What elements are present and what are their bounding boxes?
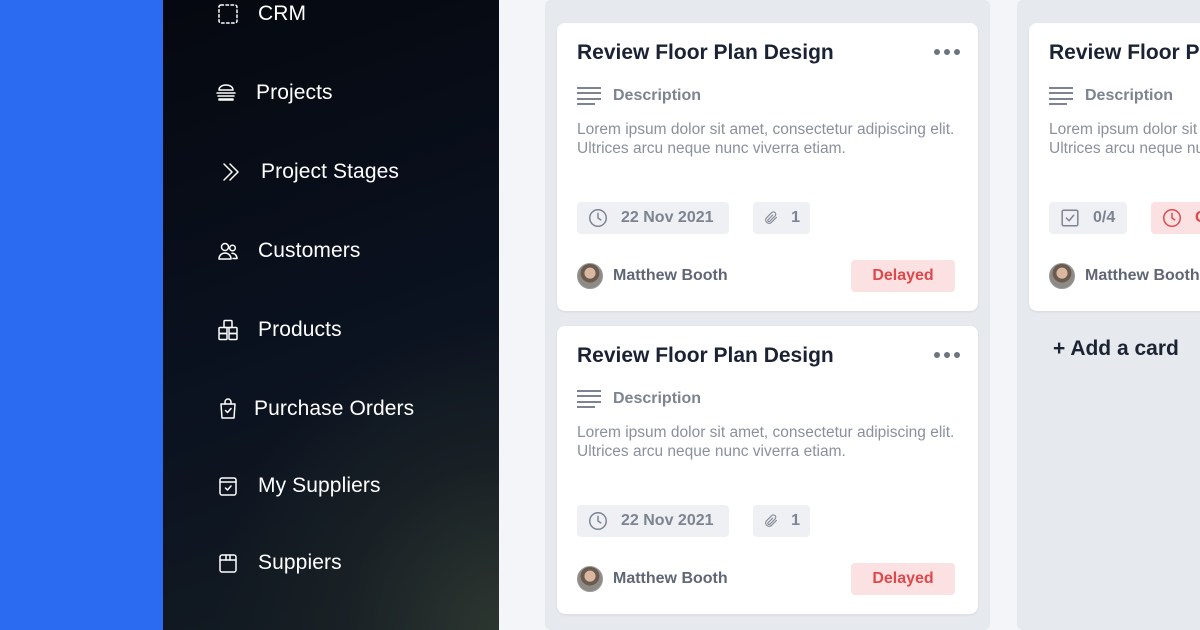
more-options-icon[interactable] bbox=[934, 49, 960, 55]
paperclip-icon bbox=[765, 514, 777, 527]
due-date: O bbox=[1195, 209, 1200, 227]
assignee-name: Matthew Booth bbox=[613, 570, 728, 587]
avatar bbox=[577, 566, 603, 592]
sidebar-item-projects[interactable]: Projects bbox=[213, 75, 333, 111]
assignee[interactable]: Matthew Booth bbox=[1049, 263, 1200, 289]
due-date-chip[interactable]: O bbox=[1151, 202, 1200, 234]
sidebar-item-label: Projects bbox=[256, 81, 333, 104]
sidebar: CRM Projects Project Stages Customers Pr… bbox=[163, 0, 499, 630]
status-badge: Delayed bbox=[851, 260, 955, 292]
description-label: Description bbox=[613, 87, 702, 104]
description-label: Description bbox=[1085, 87, 1174, 104]
sidebar-item-label: Suppiers bbox=[258, 551, 342, 574]
description-header: Description bbox=[1049, 87, 1173, 105]
more-options-icon[interactable] bbox=[934, 352, 960, 358]
sidebar-item-label: Customers bbox=[258, 239, 361, 262]
description-label: Description bbox=[613, 390, 702, 407]
card-title: Review Floor Plan Design bbox=[1049, 41, 1200, 64]
text-lines-icon bbox=[577, 390, 601, 408]
task-card[interactable]: Review Floor Plan Design Description Lor… bbox=[557, 326, 978, 614]
attachment-count: 1 bbox=[791, 512, 800, 529]
text-lines-icon bbox=[577, 87, 601, 105]
sidebar-item-purchase-orders[interactable]: Purchase Orders bbox=[215, 391, 414, 427]
clock-icon bbox=[589, 209, 607, 227]
sidebar-item-customers[interactable]: Customers bbox=[215, 233, 360, 269]
shopping-bag-check-icon bbox=[215, 396, 241, 422]
package-check-icon bbox=[215, 473, 241, 499]
sidebar-item-label: My Suppliers bbox=[258, 474, 381, 497]
avatar bbox=[577, 263, 603, 289]
checkbox-icon bbox=[1061, 209, 1079, 227]
assignee-name: Matthew Booth bbox=[613, 267, 728, 284]
clock-icon bbox=[589, 512, 607, 530]
users-icon bbox=[215, 238, 241, 264]
boxes-icon bbox=[215, 317, 241, 343]
sidebar-item-my-suppliers[interactable]: My Suppliers bbox=[215, 468, 381, 504]
sidebar-item-label: Purchase Orders bbox=[254, 397, 415, 420]
checklist-progress: 0/4 bbox=[1093, 209, 1116, 226]
clock-icon bbox=[1163, 209, 1181, 227]
due-date: 22 Nov 2021 bbox=[621, 209, 714, 226]
attachments-chip[interactable]: 1 bbox=[753, 505, 810, 537]
text-lines-icon bbox=[1049, 87, 1073, 105]
background-accent-strip bbox=[0, 0, 163, 630]
status-badge: Delayed bbox=[851, 563, 955, 595]
sidebar-item-project-stages[interactable]: Project Stages bbox=[218, 154, 399, 190]
sidebar-item-products[interactable]: Products bbox=[215, 312, 342, 348]
dashed-square-icon bbox=[215, 1, 241, 27]
due-date-chip[interactable]: 22 Nov 2021 bbox=[577, 505, 729, 537]
checklist-chip[interactable]: 0/4 bbox=[1049, 202, 1127, 234]
description-header: Description bbox=[577, 390, 701, 408]
kanban-board: Review Floor Plan Design Description Lor… bbox=[499, 0, 1200, 630]
attachments-chip[interactable]: 1 bbox=[753, 202, 810, 234]
description-text: Lorem ipsum dolor sit amet, consectetur … bbox=[1049, 121, 1200, 157]
avatar bbox=[1049, 263, 1075, 289]
paperclip-icon bbox=[765, 211, 777, 224]
sidebar-item-suppiers[interactable]: Suppiers bbox=[215, 545, 342, 581]
add-card-button[interactable]: + Add a card bbox=[1053, 337, 1179, 361]
sidebar-item-label: Project Stages bbox=[261, 160, 399, 183]
card-title: Review Floor Plan Design bbox=[577, 344, 834, 367]
sidebar-item-crm[interactable]: CRM bbox=[215, 0, 306, 32]
sidebar-item-label: CRM bbox=[258, 2, 307, 25]
task-card[interactable]: Review Floor Plan Design Description Lor… bbox=[557, 23, 978, 311]
task-card[interactable]: Review Floor Plan Design Description Lor… bbox=[1029, 23, 1200, 311]
attachment-count: 1 bbox=[791, 209, 800, 226]
assignee-name: Matthew Booth bbox=[1085, 267, 1200, 284]
double-chevron-right-icon bbox=[218, 159, 244, 185]
board-column: Review Floor Plan Design Description Lor… bbox=[1017, 0, 1200, 630]
description-text: Lorem ipsum dolor sit amet, consectetur … bbox=[577, 121, 955, 157]
assignee[interactable]: Matthew Booth bbox=[577, 566, 728, 592]
description-header: Description bbox=[577, 87, 701, 105]
assignee[interactable]: Matthew Booth bbox=[577, 263, 728, 289]
due-date: 22 Nov 2021 bbox=[621, 512, 714, 529]
sidebar-item-label: Products bbox=[258, 318, 342, 341]
layers-icon bbox=[213, 80, 239, 106]
due-date-chip[interactable]: 22 Nov 2021 bbox=[577, 202, 729, 234]
description-text: Lorem ipsum dolor sit amet, consectetur … bbox=[577, 424, 955, 460]
package-icon bbox=[215, 550, 241, 576]
board-column: Review Floor Plan Design Description Lor… bbox=[545, 0, 990, 630]
card-title: Review Floor Plan Design bbox=[577, 41, 834, 64]
